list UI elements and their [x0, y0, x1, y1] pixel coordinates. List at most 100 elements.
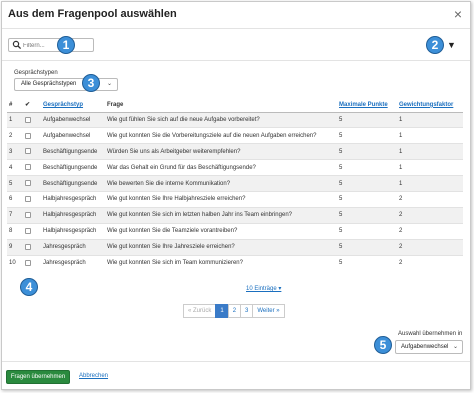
pagination: « Zurück 1 2 3 Weiter » — [183, 304, 285, 318]
filter-toggle-icon[interactable]: ▼ — [447, 41, 456, 50]
pagination-page-1[interactable]: 1 — [215, 304, 229, 318]
callout-2: 2 — [426, 36, 444, 54]
toolbar-divider — [2, 60, 470, 61]
type-filter-value: Alle Gesprächstypen — [21, 81, 77, 87]
apply-questions-button[interactable]: Fragen übernehmen — [6, 370, 70, 384]
table-header-row: # ✔ Gesprächstyp Frage Maximale Punkte G… — [7, 98, 463, 113]
row-weight: 2 — [397, 238, 463, 256]
row-max-points: 5 — [337, 127, 397, 144]
type-filter-select[interactable]: Alle Gesprächstypen ⌄ — [14, 78, 118, 91]
row-max-points: 5 — [337, 254, 397, 271]
row-weight: 2 — [397, 190, 463, 208]
dialog-header: Aus dem Fragenpool auswählen × — [2, 2, 470, 29]
table-row[interactable]: 7 Halbjahresgespräch Wie gut konnten Sie… — [7, 206, 463, 224]
table-row[interactable]: 3 Beschäftigungsende Würden Sie uns als … — [7, 143, 463, 160]
row-type: Beschäftigungsende — [41, 159, 105, 176]
row-number: 2 — [7, 127, 23, 144]
close-icon[interactable]: × — [454, 6, 462, 22]
search-field[interactable] — [8, 38, 94, 52]
table-row[interactable]: 4 Beschäftigungsende War das Gehalt ein … — [7, 159, 463, 176]
row-number: 7 — [7, 206, 23, 224]
row-type: Halbjahresgespräch — [41, 190, 105, 208]
row-weight: 2 — [397, 206, 463, 224]
row-type: Aufgabenwechsel — [41, 127, 105, 144]
questions-table: # ✔ Gesprächstyp Frage Maximale Punkte G… — [7, 98, 463, 271]
row-question: Wie gut konnten Sie die Vorbereitungszie… — [105, 127, 337, 144]
row-checkbox[interactable] — [25, 180, 31, 187]
row-checkbox[interactable] — [25, 259, 31, 266]
row-question: Wie gut konnten Sie die Teamziele vorant… — [105, 222, 337, 240]
apply-target-label: Auswahl übernehmen in — [398, 331, 463, 337]
dialog-title: Aus dem Fragenpool auswählen — [8, 8, 177, 20]
row-question: Wie gut fühlen Sie sich auf die neue Auf… — [105, 111, 337, 128]
pagination-next[interactable]: Weiter » — [252, 304, 285, 318]
row-type: Aufgabenwechsel — [41, 111, 105, 128]
row-type: Halbjahresgespräch — [41, 222, 105, 240]
row-type: Jahresgespräch — [41, 238, 105, 256]
footer-divider — [2, 361, 470, 362]
row-weight: 1 — [397, 127, 463, 144]
row-max-points: 5 — [337, 222, 397, 240]
entries-per-page-selector[interactable]: 10 Einträge ▾ — [246, 285, 281, 292]
row-checkbox[interactable] — [25, 164, 31, 171]
pagination-page-3[interactable]: 3 — [240, 304, 254, 318]
row-max-points: 5 — [337, 159, 397, 176]
table-row[interactable]: 6 Halbjahresgespräch Wie gut konnten Sie… — [7, 190, 463, 208]
row-number: 9 — [7, 238, 23, 256]
table-row[interactable]: 10 Jahresgespräch Wie gut konnten Sie si… — [7, 254, 463, 271]
table-row[interactable]: 2 Aufgabenwechsel Wie gut konnten Sie di… — [7, 127, 463, 144]
row-max-points: 5 — [337, 143, 397, 160]
callout-3: 3 — [82, 74, 100, 92]
callout-1: 1 — [57, 36, 75, 54]
table-row[interactable]: 8 Halbjahresgespräch Wie gut konnten Sie… — [7, 222, 463, 240]
row-question: Wie gut konnten Sie Ihre Halbjahresziele… — [105, 190, 337, 208]
row-weight: 1 — [397, 159, 463, 176]
row-max-points: 5 — [337, 190, 397, 208]
row-type: Beschäftigungsende — [41, 175, 105, 192]
pagination-page-2[interactable]: 2 — [227, 304, 242, 318]
row-number: 1 — [7, 111, 23, 128]
chevron-down-icon: ⌄ — [452, 344, 458, 350]
callout-5: 5 — [374, 336, 392, 354]
row-checkbox[interactable] — [25, 132, 31, 139]
header-weighting-factor[interactable]: Gewichtungsfaktor — [397, 98, 463, 113]
row-checkbox[interactable] — [25, 148, 31, 155]
header-max-points[interactable]: Maximale Punkte — [337, 98, 397, 113]
cancel-link[interactable]: Abbrechen — [79, 373, 108, 379]
row-checkbox[interactable] — [25, 227, 31, 234]
header-number: # — [7, 98, 23, 113]
row-weight: 2 — [397, 222, 463, 240]
table-row[interactable]: 5 Beschäftigungsende Wie bewerten Sie di… — [7, 175, 463, 192]
callout-4: 4 — [20, 278, 38, 296]
apply-target-value: Aufgabenwechsel — [401, 344, 449, 350]
table-row[interactable]: 1 Aufgabenwechsel Wie gut fühlen Sie sic… — [7, 111, 463, 128]
row-question: Wie gut konnten Sie sich im Team kommuni… — [105, 254, 337, 271]
header-question: Frage — [105, 98, 337, 113]
row-type: Beschäftigungsende — [41, 143, 105, 160]
row-type: Jahresgespräch — [41, 254, 105, 271]
row-number: 8 — [7, 222, 23, 240]
search-icon — [12, 40, 22, 50]
header-select-all[interactable]: ✔ — [23, 98, 41, 113]
dialog: Aus dem Fragenpool auswählen × 1 2 ▼ Ges… — [1, 1, 471, 390]
table-row[interactable]: 9 Jahresgespräch Wie gut konnten Sie Ihr… — [7, 238, 463, 256]
row-question: Wie gut konnten Sie sich im letzten halb… — [105, 206, 337, 224]
row-checkbox[interactable] — [25, 212, 31, 218]
row-number: 4 — [7, 159, 23, 176]
row-question: Würden Sie uns als Arbeitgeber weiteremp… — [105, 143, 337, 160]
row-number: 5 — [7, 175, 23, 192]
row-weight: 2 — [397, 254, 463, 271]
row-question: Wie gut konnten Sie Ihre Jahresziele err… — [105, 238, 337, 256]
row-checkbox[interactable] — [25, 196, 31, 203]
row-max-points: 5 — [337, 238, 397, 256]
pagination-prev[interactable]: « Zurück — [183, 304, 217, 318]
row-number: 10 — [7, 254, 23, 271]
chevron-down-icon: ⌄ — [106, 81, 112, 87]
row-weight: 1 — [397, 175, 463, 192]
row-checkbox[interactable] — [25, 116, 31, 123]
row-checkbox[interactable] — [25, 243, 31, 250]
row-weight: 1 — [397, 143, 463, 160]
apply-target-select[interactable]: Aufgabenwechsel ⌄ — [395, 340, 463, 354]
row-max-points: 5 — [337, 175, 397, 192]
header-conversation-type[interactable]: Gesprächstyp — [41, 98, 105, 113]
